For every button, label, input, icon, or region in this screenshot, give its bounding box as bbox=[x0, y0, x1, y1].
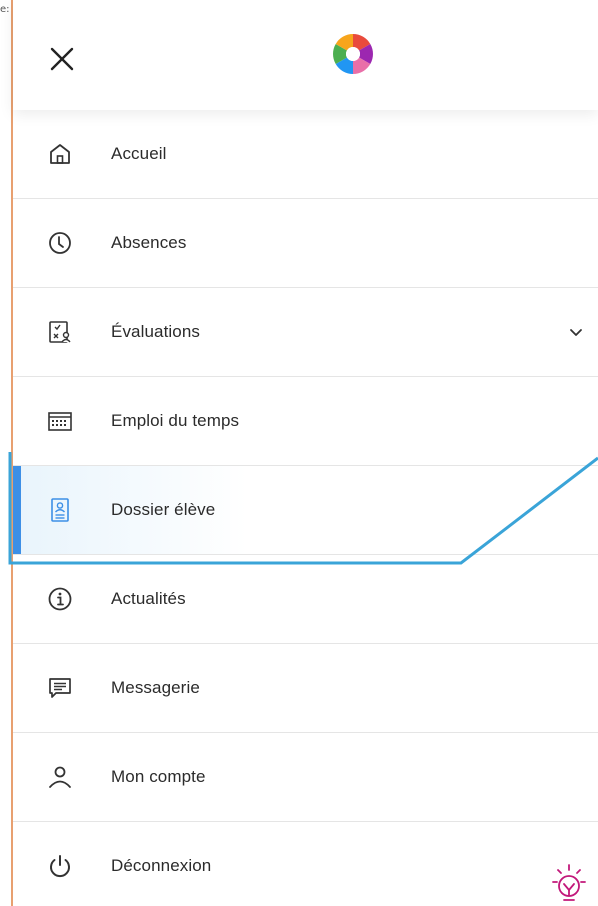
menu-item-dossier-eleve[interactable]: Dossier élève bbox=[13, 466, 598, 555]
message-icon bbox=[49, 678, 71, 698]
menu-item-accueil[interactable]: Accueil bbox=[13, 110, 598, 199]
menu-item-absences[interactable]: Absences bbox=[13, 199, 598, 288]
menu-item-emploi-du-temps[interactable]: Emploi du temps bbox=[13, 377, 598, 466]
app-logo[interactable] bbox=[329, 30, 377, 78]
menu-item-label: Messagerie bbox=[111, 678, 200, 697]
logo-icon bbox=[333, 34, 373, 74]
lightbulb-icon[interactable] bbox=[540, 862, 598, 906]
menu-list: Accueil Absences Évaluations Emploi du t… bbox=[13, 110, 598, 906]
power-icon bbox=[50, 855, 70, 878]
menu-item-label: Absences bbox=[111, 233, 187, 252]
menu-item-evaluations[interactable]: Évaluations bbox=[13, 288, 598, 377]
close-button[interactable] bbox=[49, 46, 75, 72]
menu-item-mon-compte[interactable]: Mon compte bbox=[13, 733, 598, 822]
info-icon bbox=[48, 587, 72, 611]
menu-item-label: Accueil bbox=[111, 144, 167, 163]
menu-item-deconnexion[interactable]: Déconnexion bbox=[13, 822, 598, 906]
navigation-drawer: Accueil Absences Évaluations Emploi du t… bbox=[13, 0, 598, 906]
clock-icon bbox=[49, 232, 71, 254]
menu-item-label: Mon compte bbox=[111, 767, 206, 786]
calendar-icon bbox=[48, 412, 72, 431]
menu-item-label: Dossier élève bbox=[111, 500, 216, 519]
user-icon bbox=[49, 766, 71, 788]
edge-text: e: bbox=[0, 4, 10, 15]
menu-item-label: Déconnexion bbox=[111, 856, 212, 875]
menu-item-actualites[interactable]: Actualités bbox=[13, 555, 598, 644]
menu-item-label: Actualités bbox=[111, 589, 186, 608]
menu-item-label: Emploi du temps bbox=[111, 411, 240, 430]
drawer-header bbox=[13, 0, 598, 110]
chevron-down-icon[interactable] bbox=[568, 324, 584, 340]
menu-item-messagerie[interactable]: Messagerie bbox=[13, 644, 598, 733]
home-icon bbox=[50, 144, 70, 164]
menu-item-label: Évaluations bbox=[111, 322, 200, 341]
student-file-icon bbox=[51, 498, 69, 522]
app-window: e: Accueil Absences Évaluations Emploi d… bbox=[0, 0, 598, 906]
close-icon bbox=[50, 47, 74, 71]
evaluation-icon bbox=[49, 321, 71, 343]
